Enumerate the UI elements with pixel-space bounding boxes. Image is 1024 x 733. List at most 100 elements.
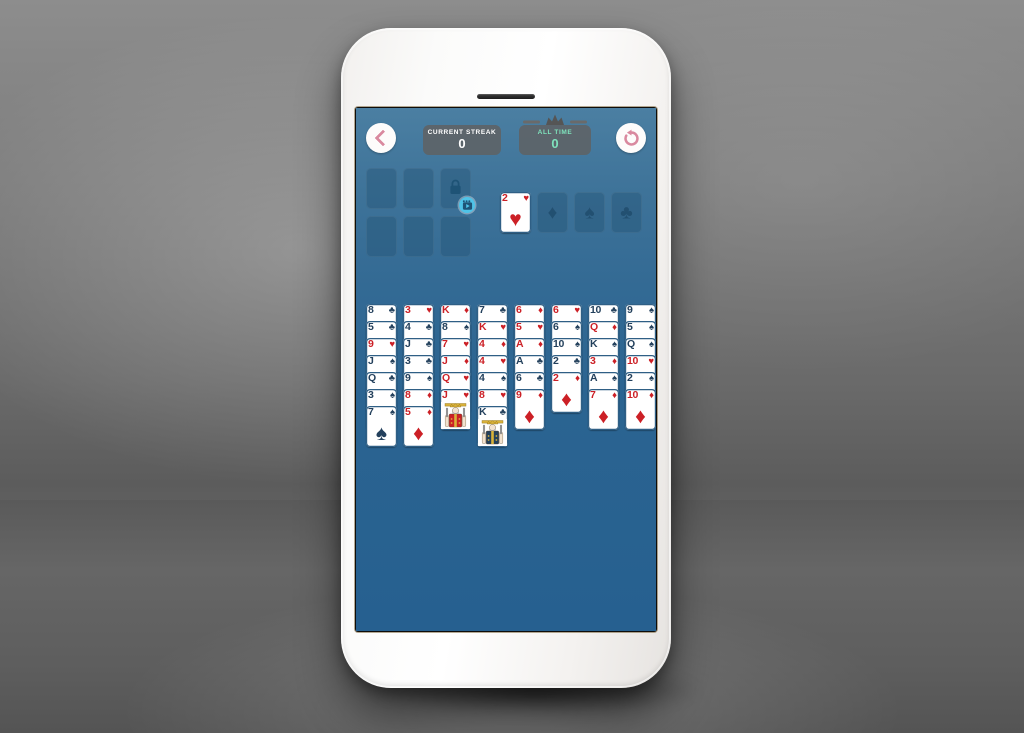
card-corner: 10 ♠ — [551, 338, 582, 351]
card-suit-small: ♦ — [427, 390, 432, 401]
card-rank: 5 — [627, 321, 633, 333]
game-topbar: CURRENT STREAK 0 ALL TIME 0 — [356, 108, 656, 166]
card-corner: J ♦ — [440, 355, 471, 368]
club-icon: ♣ — [620, 202, 633, 223]
card-suit-small: ♥ — [463, 339, 469, 350]
card-rank: 10 — [627, 389, 638, 401]
card-suit-small: ♠ — [389, 356, 395, 367]
free-cell-0[interactable] — [366, 168, 397, 209]
card-center: ♦ — [625, 402, 656, 430]
card-rank: 3 — [368, 389, 374, 401]
foundation-spades[interactable]: ♠ — [574, 192, 605, 233]
card-rank: 4 — [479, 338, 485, 350]
card-center: ♦ — [403, 419, 434, 447]
playing-card[interactable]: J ♥ — [440, 389, 471, 430]
tableau-area: 8 ♣ 5 ♣ 9 ♥ J ♠ Q ♣ 3 ♠ 7 ♠ ♠ 3 ♥ 4 ♣ J … — [356, 304, 656, 544]
card-corner: 9 ♦ — [514, 389, 545, 402]
card-rank: K — [590, 338, 598, 350]
card-rank: 2 — [502, 192, 508, 204]
video-ad-icon — [462, 199, 472, 210]
card-rank: 9 — [516, 389, 522, 401]
card-corner: 5 ♥ — [514, 321, 545, 334]
card-corner: 2 ♣ — [551, 355, 582, 368]
card-suit-small: ♣ — [388, 373, 395, 384]
card-suit-small: ♦ — [538, 305, 543, 316]
free-cell-5[interactable] — [440, 216, 471, 257]
playing-card[interactable]: 2 ♦ ♦ — [551, 372, 582, 413]
card-corner: 2 ♥ — [500, 192, 531, 205]
card-rank: 2 — [553, 355, 559, 367]
card-corner: Q ♦ — [588, 321, 619, 334]
free-cell-2-locked[interactable] — [440, 168, 475, 213]
card-suit-small: ♣ — [536, 356, 543, 367]
card-rank: 5 — [405, 406, 411, 418]
card-rank: 7 — [368, 406, 374, 418]
restart-icon — [623, 129, 639, 146]
card-rank: Q — [627, 338, 635, 350]
card-corner: K ♣ — [477, 406, 508, 419]
card-rank: 8 — [405, 389, 411, 401]
card-rank: 6 — [516, 372, 522, 384]
card-rank: 4 — [479, 372, 485, 384]
phone-screen[interactable]: CURRENT STREAK 0 ALL TIME 0 2 ♥ ♥ ♦ ♠ ♣ … — [356, 108, 656, 631]
card-rank: 6 — [516, 304, 522, 316]
card-suit-small: ♥ — [500, 390, 506, 401]
restart-button[interactable] — [616, 123, 646, 153]
free-cell-4[interactable] — [403, 216, 434, 257]
card-corner: 8 ♦ — [403, 389, 434, 402]
playing-card[interactable]: 10 ♦ ♦ — [625, 389, 656, 430]
card-suit-small: ♠ — [574, 322, 580, 333]
card-suit-small: ♠ — [648, 339, 654, 350]
card-corner: 6 ♠ — [551, 321, 582, 334]
card-corner: 3 ♣ — [403, 355, 434, 368]
playing-card[interactable]: 7 ♠ ♠ — [366, 406, 397, 447]
foundation-diamonds[interactable]: ♦ — [537, 192, 568, 233]
video-ad-badge[interactable] — [459, 197, 475, 213]
card-suit-small: ♦ — [501, 339, 506, 350]
card-corner: 4 ♦ — [477, 338, 508, 351]
playing-card[interactable]: K ♣ — [477, 406, 508, 447]
stat-all-time[interactable]: ALL TIME 0 — [519, 125, 591, 155]
foundation-hearts-card[interactable]: 2 ♥ ♥ — [500, 192, 531, 233]
card-rank: 9 — [627, 304, 633, 316]
card-center: ♥ — [500, 205, 531, 233]
card-rank: 3 — [405, 304, 411, 316]
card-corner: A ♦ — [514, 338, 545, 351]
screen-bezel: CURRENT STREAK 0 ALL TIME 0 2 ♥ ♥ ♦ ♠ ♣ … — [355, 107, 657, 632]
card-suit-small: ♦ — [464, 356, 469, 367]
card-rank: 10 — [590, 304, 601, 316]
card-suit-small: ♠ — [648, 322, 654, 333]
current-streak-value: 0 — [458, 136, 466, 151]
playing-card[interactable]: 7 ♦ ♦ — [588, 389, 619, 430]
card-corner: 9 ♠ — [625, 304, 656, 317]
all-time-value: 0 — [551, 136, 559, 151]
court-figure-art — [478, 419, 507, 446]
card-suit-small: ♦ — [464, 305, 469, 316]
card-suit-small: ♥ — [537, 322, 543, 333]
card-corner: Q ♥ — [440, 372, 471, 385]
back-button[interactable] — [366, 123, 396, 153]
stat-current-streak[interactable]: CURRENT STREAK 0 — [423, 125, 501, 155]
free-cell-3[interactable] — [366, 216, 397, 257]
foundation-clubs[interactable]: ♣ — [611, 192, 642, 233]
card-rank: 6 — [553, 304, 559, 316]
card-corner: 8 ♣ — [366, 304, 397, 317]
card-corner: 4 ♠ — [477, 372, 508, 385]
card-rank: 5 — [516, 321, 522, 333]
card-rank: 7 — [442, 338, 448, 350]
card-corner: 3 ♦ — [588, 355, 619, 368]
playing-card[interactable]: 5 ♦ ♦ — [403, 406, 434, 447]
card-center: ♠ — [366, 419, 397, 447]
card-rank: A — [590, 372, 598, 384]
playing-card[interactable]: 9 ♦ ♦ — [514, 389, 545, 430]
card-suit-small: ♦ — [575, 373, 580, 384]
free-cell-1[interactable] — [403, 168, 434, 209]
card-corner: 2 ♠ — [625, 372, 656, 385]
card-suit-small: ♣ — [573, 356, 580, 367]
lock-wrapper — [440, 168, 475, 213]
card-suit-small: ♥ — [389, 339, 395, 350]
card-suit-small: ♠ — [389, 407, 395, 418]
card-rank: 8 — [368, 304, 374, 316]
card-rank: 9 — [405, 372, 411, 384]
card-corner: Q ♠ — [625, 338, 656, 351]
